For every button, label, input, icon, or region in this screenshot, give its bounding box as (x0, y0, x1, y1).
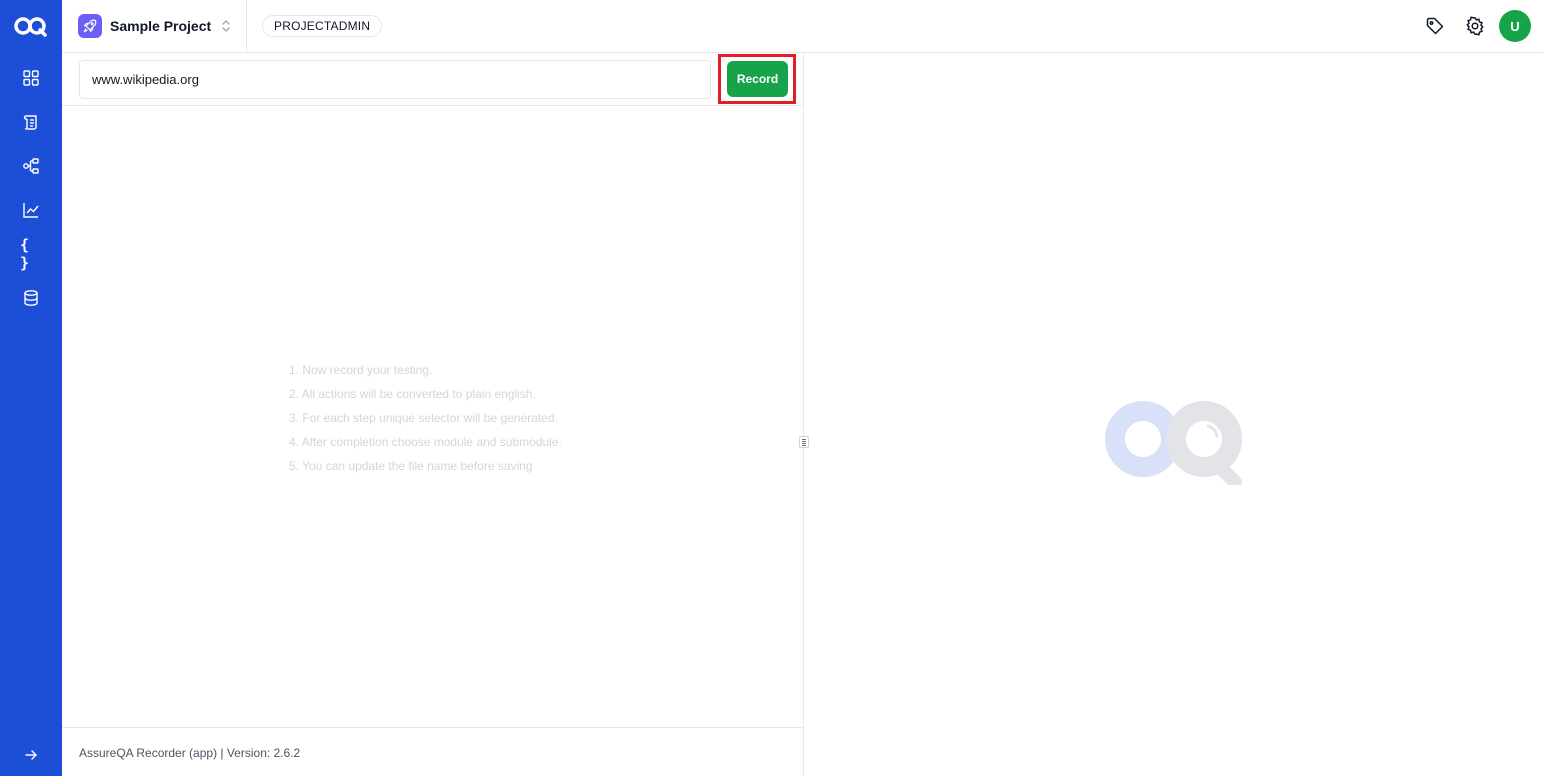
arrow-right-icon[interactable] (22, 746, 40, 764)
project-switcher[interactable]: Sample Project (78, 13, 231, 39)
gear-icon[interactable] (1465, 16, 1485, 36)
chevron-updown-icon (222, 20, 230, 32)
sidebar: { } (0, 0, 62, 776)
nav-reports[interactable] (20, 199, 42, 221)
version-text: AssureQA Recorder (app) | Version: 2.6.2 (79, 746, 301, 760)
nav-workflows[interactable] (20, 155, 42, 177)
preview-panel (805, 53, 1543, 776)
instruction-item: 1. Now record your testing. (289, 363, 433, 377)
project-name: Sample Project (110, 18, 212, 34)
workflow-icon (23, 158, 39, 174)
instruction-item: 5. You can update the file name before s… (289, 459, 533, 473)
scroll-icon (23, 115, 37, 130)
record-button[interactable]: Record (727, 61, 788, 97)
url-input[interactable] (79, 60, 711, 99)
header-divider (246, 0, 247, 52)
nav-dashboard[interactable] (20, 67, 42, 89)
database-icon (24, 290, 38, 306)
recorder-panel: Record 1. Now record your testing. 2. Al… (62, 53, 804, 776)
top-header: Sample Project PROJECTADMIN U (62, 0, 1543, 53)
nav-database[interactable] (20, 287, 42, 309)
nav-variables[interactable]: { } (20, 236, 42, 272)
user-avatar[interactable]: U (1499, 10, 1531, 42)
nav-test-scripts[interactable] (20, 111, 42, 133)
instruction-item: 2. All actions will be converted to plai… (289, 387, 536, 401)
role-badge: PROJECTADMIN (262, 15, 383, 37)
url-bar: Record (62, 53, 804, 106)
instruction-item: 3. For each step unique selector will be… (289, 411, 558, 425)
instruction-item: 4. After completion choose module and su… (289, 435, 562, 449)
braces-icon: { } (20, 236, 33, 272)
dashboard-grid-icon (23, 70, 39, 86)
aq-watermark-logo (1105, 401, 1242, 485)
rocket-icon (78, 14, 102, 38)
instructions-list: 1. Now record your testing. 2. All actio… (289, 361, 562, 481)
aq-logo[interactable] (13, 14, 49, 38)
chart-line-icon (23, 203, 39, 218)
tag-icon[interactable] (1425, 16, 1445, 36)
footer: AssureQA Recorder (app) | Version: 2.6.2 (62, 727, 804, 776)
